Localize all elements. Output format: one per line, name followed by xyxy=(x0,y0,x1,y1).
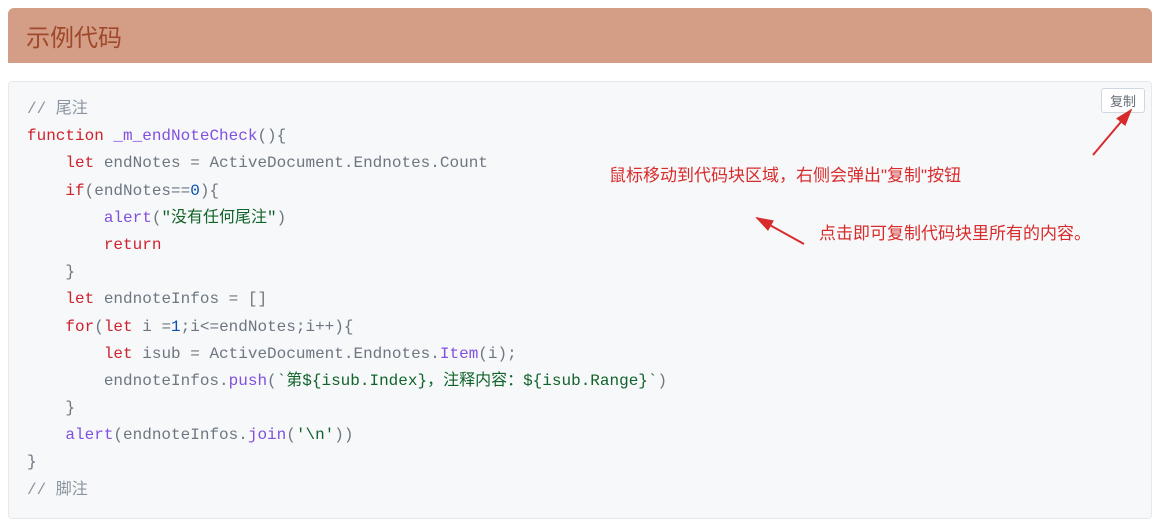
code-block: 复制 // 尾注 function _m_endNoteCheck(){ let… xyxy=(8,81,1152,519)
copy-button[interactable]: 复制 xyxy=(1101,88,1145,113)
code-content: // 尾注 function _m_endNoteCheck(){ let en… xyxy=(27,96,1133,504)
copy-button-label: 复制 xyxy=(1110,94,1136,109)
section-title: 示例代码 xyxy=(26,25,122,52)
code-comment: // 脚注 xyxy=(27,481,88,499)
code-comment: // 尾注 xyxy=(27,100,88,118)
section-header: 示例代码 xyxy=(8,8,1152,63)
